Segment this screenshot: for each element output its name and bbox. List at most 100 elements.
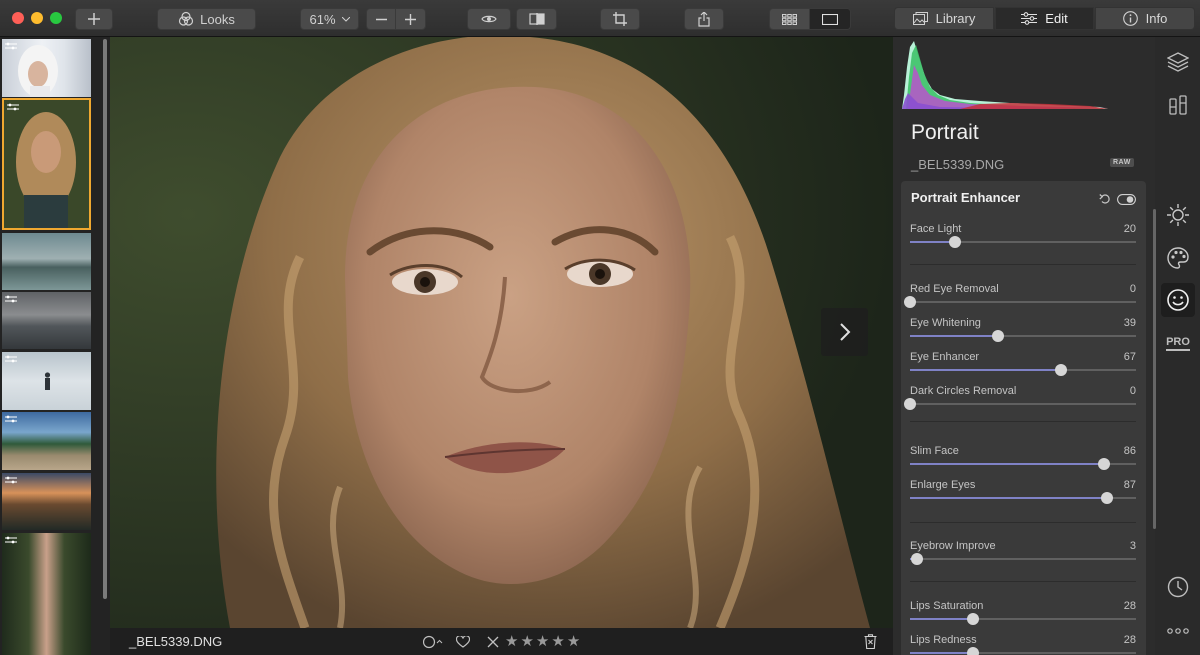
grid-view-button[interactable] (770, 9, 811, 29)
zoom-in-button[interactable] (396, 9, 425, 29)
single-view-button[interactable] (810, 9, 850, 29)
split-view-icon (528, 13, 545, 25)
slider-knob[interactable] (1098, 458, 1111, 470)
panel-scrollbar[interactable] (1153, 209, 1156, 529)
slider-row: Slim Face 86 (910, 445, 1136, 475)
plus-icon (88, 13, 100, 25)
slider-track[interactable] (910, 458, 1136, 470)
add-photos-button[interactable] (75, 8, 113, 30)
slider-row: Face Light 20 (910, 223, 1136, 253)
compare-split-button[interactable] (516, 8, 557, 30)
share-button[interactable] (684, 8, 724, 30)
plus-icon (405, 13, 416, 25)
slider-knob[interactable] (904, 296, 916, 308)
slider-knob[interactable] (949, 236, 962, 248)
history-button[interactable] (1161, 570, 1195, 604)
slider-track[interactable] (910, 492, 1136, 504)
creative-button[interactable] (1161, 241, 1195, 275)
adjusted-badge-icon (5, 536, 17, 544)
slider-knob[interactable] (904, 398, 916, 410)
next-photo-button[interactable] (821, 308, 868, 356)
rating-star-4[interactable]: ★ (551, 634, 564, 649)
thumbnail[interactable] (2, 352, 91, 410)
essentials-button[interactable] (1161, 198, 1195, 232)
slider-knob[interactable] (910, 553, 923, 565)
slider-track[interactable] (910, 647, 1136, 655)
presets-button[interactable] (1161, 88, 1195, 122)
view-mode-toggle (769, 8, 851, 30)
slider-track[interactable] (910, 613, 1136, 625)
reject-button[interactable] (487, 636, 499, 651)
info-icon (1122, 11, 1138, 26)
thumbnail[interactable] (2, 292, 91, 349)
thumbnail[interactable] (2, 39, 91, 97)
slider-group-divider (910, 264, 1136, 265)
thumbnail[interactable] (2, 233, 91, 290)
layers-button[interactable] (1161, 45, 1195, 79)
tab-info[interactable]: Info (1095, 7, 1195, 30)
history-clock-icon (1167, 576, 1189, 598)
toggle-on-icon (1117, 194, 1136, 205)
slider-knob[interactable] (992, 330, 1005, 342)
photo-viewer[interactable] (110, 37, 893, 628)
pro-button[interactable]: PRO (1161, 327, 1195, 361)
slider-track[interactable] (904, 398, 1136, 410)
favorite-button[interactable] (455, 635, 471, 651)
slider-fill (910, 369, 1062, 371)
tool-enable-toggle[interactable] (1117, 192, 1136, 210)
slider-fill (910, 463, 1105, 465)
slider-knob[interactable] (967, 647, 980, 655)
portrait-button[interactable] (1161, 283, 1195, 317)
slider-track[interactable] (910, 330, 1136, 342)
chevron-down-icon (341, 16, 350, 22)
slider-track[interactable] (910, 364, 1136, 376)
photo-statusbar: _BEL5339.DNG ★ ★ ★ ★ ★ (110, 628, 893, 655)
slider-label: Lips Redness (910, 634, 977, 646)
thumbnail[interactable] (2, 533, 91, 655)
slider-track[interactable] (904, 296, 1136, 308)
thumbnail[interactable] (2, 412, 91, 470)
adjustment-presets-icon (1169, 95, 1187, 115)
portrait-enhancer-tool: Portrait Enhancer Face Light 20 Red Eye Re… (901, 181, 1146, 655)
minimize-window-button[interactable] (31, 12, 43, 24)
slider-track[interactable] (910, 553, 1136, 565)
rating-star-3[interactable]: ★ (536, 634, 549, 649)
crop-button[interactable] (600, 8, 640, 30)
looks-button[interactable]: Looks (157, 8, 256, 30)
library-icon (912, 12, 928, 25)
color-label-dropdown[interactable] (422, 635, 443, 652)
preview-original-button[interactable] (467, 8, 511, 30)
slider-label: Eyebrow Improve (910, 540, 996, 552)
more-button[interactable] (1161, 614, 1195, 648)
filmstrip-scrollbar[interactable] (103, 39, 107, 599)
zoom-dropdown[interactable]: 61% (300, 8, 359, 30)
tab-edit[interactable]: Edit (995, 7, 1094, 30)
raw-badge: RAW (1110, 158, 1134, 167)
rating-star-1[interactable]: ★ (505, 634, 518, 649)
slider-row: Dark Circles Removal 0 (904, 385, 1136, 415)
slider-value: 67 (1123, 351, 1136, 363)
slider-value: 0 (1129, 385, 1136, 397)
filmstrip (0, 37, 110, 655)
slider-track[interactable] (910, 236, 1136, 248)
layers-icon (1167, 52, 1189, 72)
zoom-window-button[interactable] (50, 12, 62, 24)
rating-star-5[interactable]: ★ (567, 634, 580, 649)
slider-knob[interactable] (1055, 364, 1068, 376)
color-label-circle-icon (422, 635, 443, 649)
delete-button[interactable] (864, 634, 877, 652)
sliders-icon (1021, 12, 1038, 25)
tab-library[interactable]: Library (894, 7, 994, 30)
tab-edit-label: Edit (1045, 11, 1068, 26)
slider-label: Dark Circles Removal (910, 385, 1017, 397)
slider-knob[interactable] (1100, 492, 1113, 504)
rating-star-2[interactable]: ★ (520, 634, 533, 649)
thumbnail-selected[interactable] (2, 98, 91, 230)
slider-knob[interactable] (967, 613, 980, 625)
thumbnail[interactable] (2, 473, 91, 530)
more-icon (1167, 628, 1189, 634)
portrait-face-icon (1167, 289, 1189, 311)
zoom-out-button[interactable] (367, 9, 397, 29)
reset-button[interactable] (1099, 191, 1110, 209)
close-window-button[interactable] (12, 12, 24, 24)
